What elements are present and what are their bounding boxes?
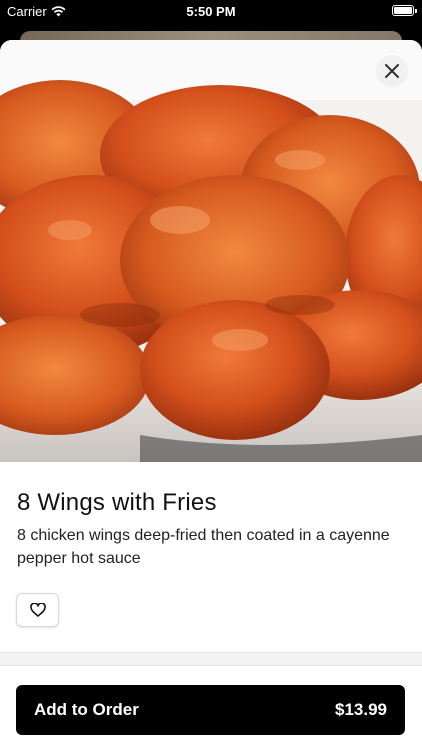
close-button[interactable] bbox=[376, 55, 408, 87]
favorite-button[interactable] bbox=[16, 593, 59, 627]
add-to-order-button[interactable]: Add to Order $13.99 bbox=[16, 685, 405, 735]
battery-icon bbox=[392, 5, 417, 16]
close-icon bbox=[385, 64, 399, 78]
add-to-order-label: Add to Order bbox=[34, 700, 139, 719]
item-description: 8 chicken wings deep-fried then coated i… bbox=[17, 527, 390, 567]
status-bar: Carrier 5:50 PM bbox=[0, 0, 422, 24]
item-detail-sheet: 8 Wings with Fries 8 chicken wings deep-… bbox=[0, 40, 422, 750]
price-label: $13.99 bbox=[335, 700, 387, 719]
chicken-wings-photo-icon bbox=[0, 40, 422, 462]
item-title: 8 Wings with Fries bbox=[17, 489, 217, 516]
heart-icon bbox=[29, 603, 46, 617]
section-divider bbox=[0, 652, 422, 666]
status-time: 5:50 PM bbox=[186, 4, 236, 19]
item-photo bbox=[0, 40, 422, 462]
